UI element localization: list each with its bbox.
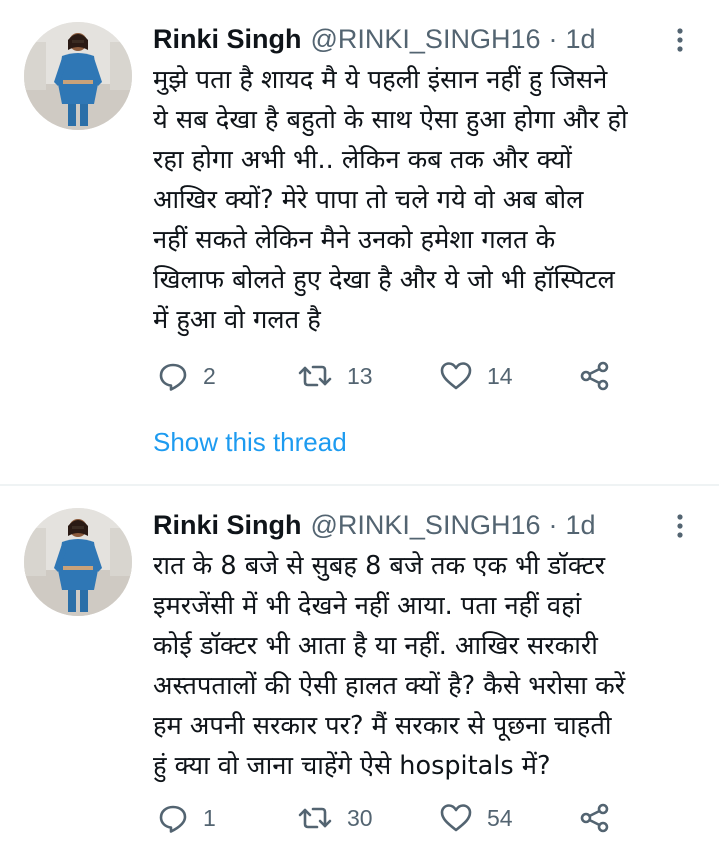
like-button[interactable]: 14 [439,356,513,396]
separator-dot: · [548,510,558,540]
avatar-image [24,508,132,616]
avatar-image [24,22,132,130]
tweet-actions: 1 30 54 [153,798,633,838]
more-vertical-icon[interactable] [666,512,694,540]
reply-button[interactable]: 2 [157,356,216,396]
avatar[interactable] [24,508,132,616]
like-button[interactable]: 54 [439,798,513,838]
show-thread-link[interactable]: Show this thread [153,424,347,460]
share-icon [580,361,609,391]
retweet-button[interactable]: 30 [297,798,373,838]
like-count: 54 [487,804,513,831]
reply-icon [159,363,187,391]
retweet-count: 30 [347,804,373,831]
tweet[interactable]: Rinki Singh @RINKI_SINGH16 · 1d मुझे पता… [0,0,719,486]
timestamp[interactable]: 1d [565,22,595,56]
separator-dot: · [548,24,558,54]
reply-count: 2 [203,362,216,389]
author-handle[interactable]: @RINKI_SINGH16 [311,22,541,56]
reply-button[interactable]: 1 [157,798,216,838]
tweet-header: Rinki Singh @RINKI_SINGH16 · 1d [153,508,596,542]
tweet-actions: 2 13 14 [153,356,633,396]
reply-count: 1 [203,804,216,831]
author-name[interactable]: Rinki Singh [153,508,302,542]
tweet-text: मुझे पता है शायद मै ये पहली इंसान नहीं ह… [153,65,628,335]
share-button[interactable] [579,798,611,838]
tweet-text: रात के 8 बजे से सुबह 8 बजे तक एक भी डॉक्… [153,551,626,781]
avatar[interactable] [24,22,132,130]
retweet-icon [298,807,332,829]
retweet-button[interactable]: 13 [297,356,373,396]
heart-icon [440,804,472,832]
share-icon [580,803,609,833]
heart-icon [440,362,472,390]
tweet-header: Rinki Singh @RINKI_SINGH16 · 1d [153,22,596,56]
share-button[interactable] [579,356,611,396]
retweet-count: 13 [347,362,373,389]
more-vertical-icon[interactable] [666,26,694,54]
retweet-icon [298,365,332,387]
timestamp[interactable]: 1d [565,508,595,542]
author-handle[interactable]: @RINKI_SINGH16 [311,508,541,542]
tweet[interactable]: Rinki Singh @RINKI_SINGH16 · 1d रात के 8… [0,486,719,866]
like-count: 14 [487,362,513,389]
author-name[interactable]: Rinki Singh [153,22,302,56]
reply-icon [159,805,187,833]
